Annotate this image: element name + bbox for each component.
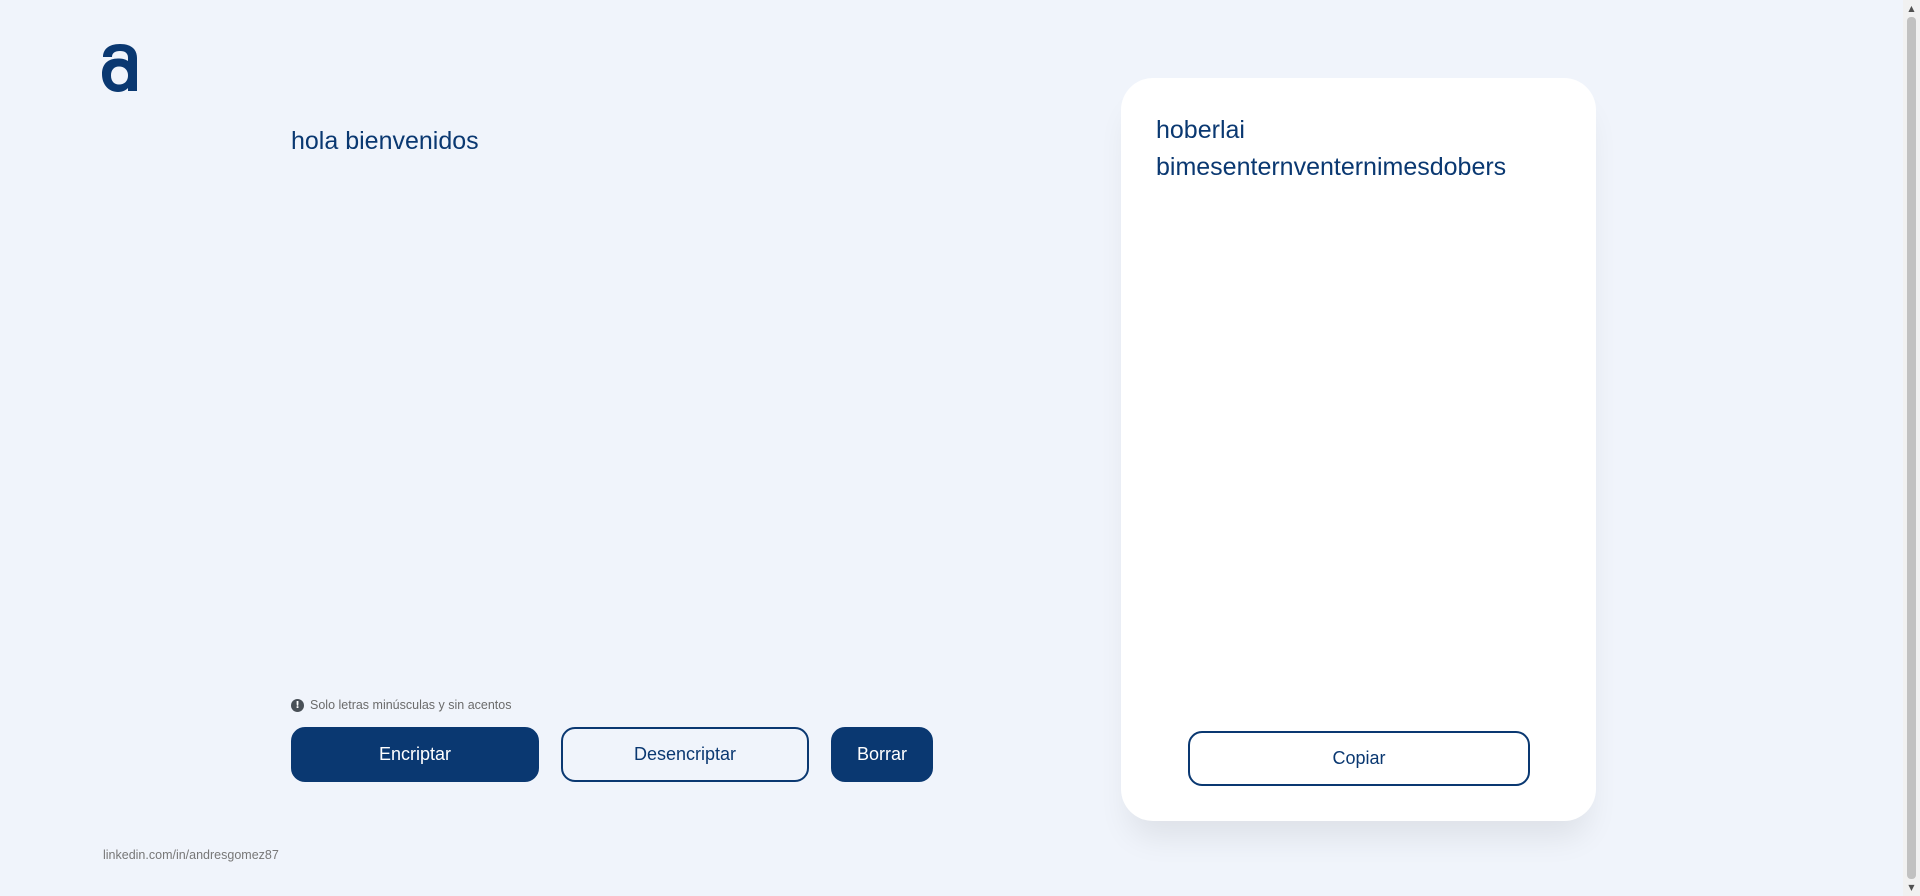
hint-text: Solo letras minúsculas y sin acentos bbox=[310, 698, 512, 712]
vertical-scrollbar[interactable]: ▲ ▼ bbox=[1903, 0, 1920, 896]
logo-icon[interactable] bbox=[100, 40, 140, 96]
page: ! Solo letras minúsculas y sin acentos E… bbox=[0, 0, 1920, 896]
decrypt-button[interactable]: Desencriptar bbox=[561, 727, 809, 782]
hint: ! Solo letras minúsculas y sin acentos bbox=[291, 698, 511, 712]
footer-linkedin-link[interactable]: linkedin.com/in/andresgomez87 bbox=[103, 848, 279, 862]
copy-button[interactable]: Copiar bbox=[1188, 731, 1530, 786]
info-circle-icon: ! bbox=[291, 698, 304, 712]
output-card: hoberlai bimesenternventernimesdobers Co… bbox=[1121, 78, 1596, 821]
scroll-thumb[interactable] bbox=[1907, 17, 1916, 879]
scroll-up-arrow-icon[interactable]: ▲ bbox=[1903, 0, 1920, 17]
clear-button[interactable]: Borrar bbox=[831, 727, 933, 782]
encrypt-button[interactable]: Encriptar bbox=[291, 727, 539, 782]
message-input[interactable] bbox=[291, 122, 991, 662]
scroll-down-arrow-icon[interactable]: ▼ bbox=[1903, 879, 1920, 896]
output-text: hoberlai bimesenternventernimesdobers bbox=[1156, 116, 1507, 181]
